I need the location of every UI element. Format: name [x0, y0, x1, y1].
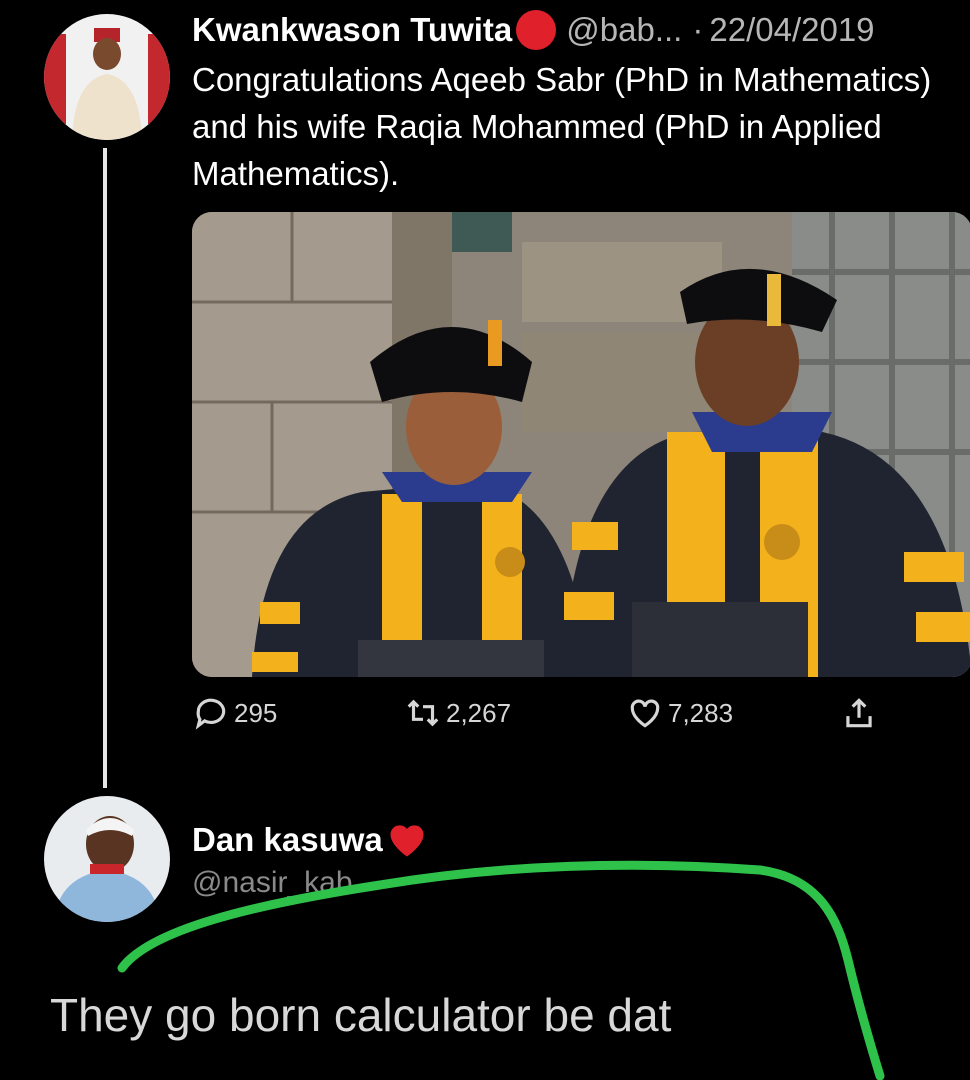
reply-author-avatar[interactable] [44, 796, 170, 922]
speech-bubble-icon [195, 698, 226, 730]
tweet-photo[interactable] [192, 212, 970, 677]
like-count: 7,283 [668, 697, 734, 728]
red-heart-icon [390, 825, 424, 857]
tweet-header: Kwankwason Tuwita @bab... · 22/04/2019 [192, 8, 970, 52]
like-button[interactable]: 7,283 [626, 694, 733, 732]
tweet-text: Congratulations Aqeeb Sabr (PhD in Mathe… [192, 61, 932, 192]
author-avatar[interactable] [44, 14, 170, 140]
heart-icon [630, 699, 660, 728]
retweet-button[interactable]: 2,267 [404, 694, 511, 732]
author-name[interactable]: Kwankwason Tuwita [192, 11, 512, 49]
author-handle[interactable]: @bab... [566, 11, 682, 49]
reply-author-name-row: Dan kasuwa [192, 818, 429, 862]
retweet-icon [407, 699, 439, 727]
tweet-date[interactable]: 22/04/2019 [709, 11, 874, 49]
red-circle-icon [516, 10, 557, 50]
tweet-action-bar: 295 2,267 7,283 [192, 694, 892, 742]
separator: · [692, 11, 704, 48]
thread-line [103, 148, 107, 788]
reply-text: They go born calculator be dat [50, 989, 672, 1041]
reply-button[interactable]: 295 [192, 694, 277, 732]
share-icon [846, 698, 872, 728]
retweet-count: 2,267 [446, 697, 512, 728]
reply-count: 295 [234, 697, 278, 728]
reply-author-handle[interactable]: @nasir_kab [192, 866, 353, 900]
reply-author-name[interactable]: Dan kasuwa [192, 821, 383, 859]
share-button[interactable] [840, 694, 882, 732]
